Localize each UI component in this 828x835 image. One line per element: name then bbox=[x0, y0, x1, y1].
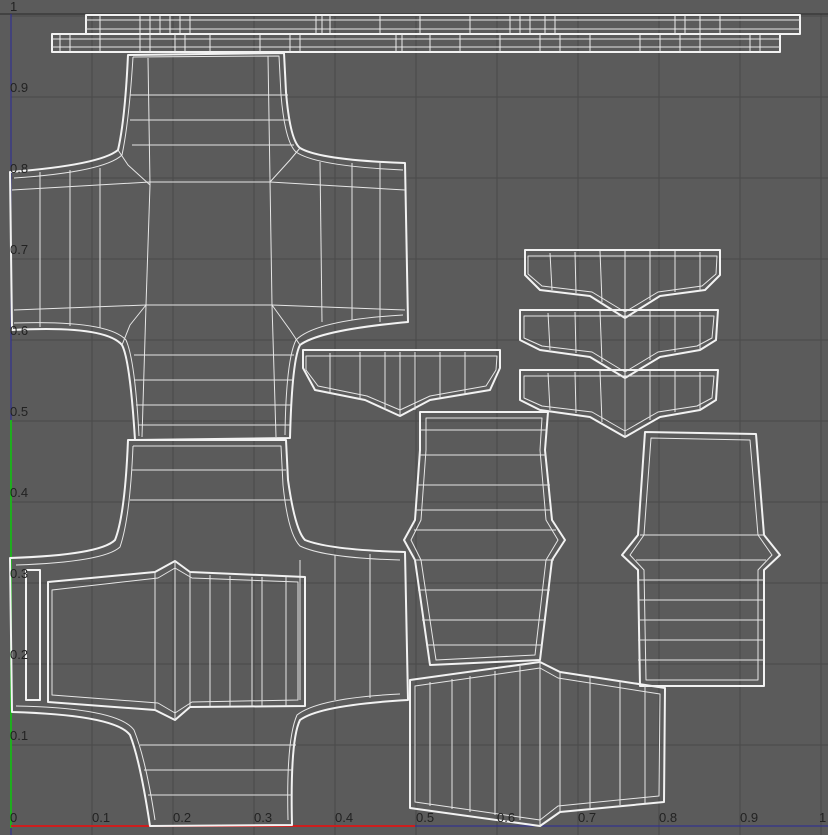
u-tick-label: 0.5 bbox=[416, 810, 434, 825]
uv-origin-label: 0 bbox=[10, 810, 17, 825]
u-tick-label: 0.1 bbox=[92, 810, 110, 825]
u-tick-label: 0.7 bbox=[578, 810, 596, 825]
uv-island-barrel-center[interactable] bbox=[403, 411, 566, 666]
uv-island-cross-lower[interactable] bbox=[9, 439, 409, 827]
v-tick-label: 0.5 bbox=[10, 404, 28, 419]
uv-canvas[interactable]: 0 0.1 0.2 0.3 0.4 0.5 0.6 0.7 0.8 0.9 1 … bbox=[0, 0, 828, 835]
u-tick-label: 0.3 bbox=[254, 810, 272, 825]
u-tick-label: 0.9 bbox=[740, 810, 758, 825]
u-tick-label: 0.4 bbox=[335, 810, 353, 825]
uv-island-chevron-1[interactable] bbox=[302, 349, 501, 417]
v-tick-label: 0.7 bbox=[10, 242, 28, 257]
v-tick-label: 0.2 bbox=[10, 647, 28, 662]
uv-island-barrel-right[interactable] bbox=[621, 431, 781, 687]
v-tick-label: 0.1 bbox=[10, 728, 28, 743]
v-tick-label: 0.4 bbox=[10, 485, 28, 500]
uv-editor-viewport[interactable]: 0 0.1 0.2 0.3 0.4 0.5 0.6 0.7 0.8 0.9 1 … bbox=[0, 0, 828, 835]
uv-island-chevron-4[interactable] bbox=[519, 369, 719, 438]
uv-island-chevron-3[interactable] bbox=[519, 309, 719, 379]
u-tick-label: 0.6 bbox=[497, 810, 515, 825]
v-tick-label: 0.6 bbox=[10, 323, 28, 338]
v-tick-label: 1 bbox=[10, 0, 17, 14]
uv-island-top-strip-upper[interactable] bbox=[85, 14, 801, 35]
u-tick-label: 0.2 bbox=[173, 810, 191, 825]
u-tick-label: 0.8 bbox=[659, 810, 677, 825]
uv-island-chevron-2[interactable] bbox=[524, 249, 721, 319]
u-tick-label: 1 bbox=[819, 810, 826, 825]
v-tick-label: 0.9 bbox=[10, 80, 28, 95]
uv-island-cross-lower-barrel[interactable] bbox=[47, 560, 306, 721]
v-tick-label: 0.3 bbox=[10, 566, 28, 581]
v-tick-label: 0.8 bbox=[10, 161, 28, 176]
uv-island-cross-upper[interactable] bbox=[9, 52, 409, 441]
uv-island-barrel-bottom[interactable] bbox=[409, 661, 666, 827]
